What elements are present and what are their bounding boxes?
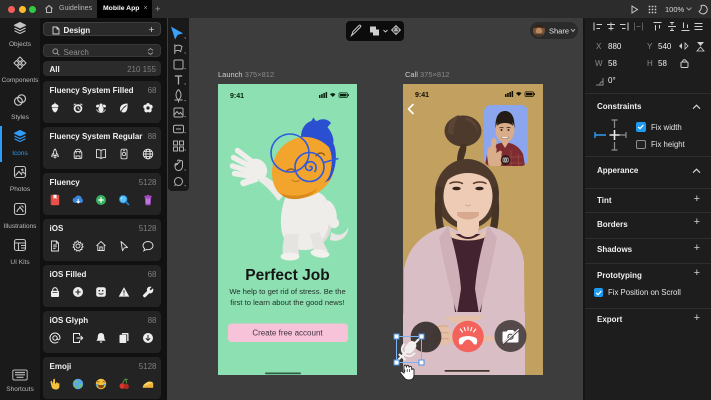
svg-text:first to learn about the good: first to learn about the good news! bbox=[230, 298, 344, 307]
svg-text:9:41: 9:41 bbox=[230, 93, 244, 100]
svg-text:Perfect Job: Perfect Job bbox=[245, 267, 329, 284]
svg-text:We help to get rid of stress.: We help to get rid of stress. Be the bbox=[229, 287, 345, 296]
svg-text:9:41: 9:41 bbox=[415, 92, 429, 99]
svg-text:Create free account: Create free account bbox=[252, 329, 323, 338]
svg-text:Share: Share bbox=[549, 27, 569, 36]
